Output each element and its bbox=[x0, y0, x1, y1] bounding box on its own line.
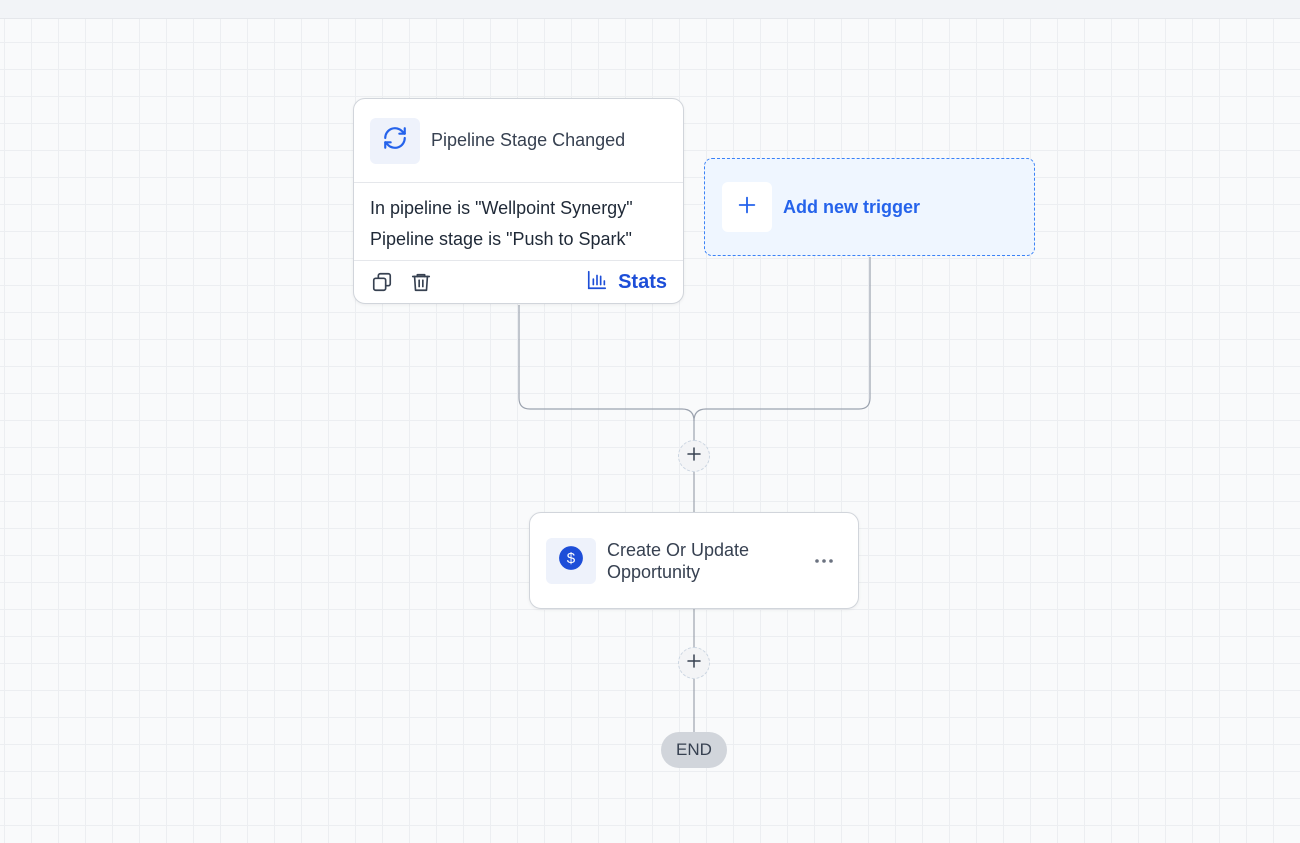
plus-icon bbox=[685, 445, 703, 468]
connector-add-trigger-to-merge bbox=[693, 257, 871, 422]
svg-text:$: $ bbox=[567, 550, 576, 567]
more-horizontal-icon[interactable] bbox=[812, 549, 836, 573]
action-card-create-update-opportunity[interactable]: $ Create Or Update Opportunity bbox=[529, 512, 859, 609]
trigger-card[interactable]: Pipeline Stage Changed In pipeline is "W… bbox=[353, 98, 684, 304]
copy-icon[interactable] bbox=[370, 270, 394, 294]
trigger-conditions: In pipeline is "Wellpoint Synergy" Pipel… bbox=[354, 183, 683, 261]
action-title: Create Or Update Opportunity bbox=[607, 539, 750, 582]
stats-button[interactable]: Stats bbox=[586, 269, 667, 296]
end-node: END bbox=[661, 732, 727, 768]
add-trigger-label: Add new trigger bbox=[783, 196, 921, 217]
dollar-icon: $ bbox=[558, 545, 584, 576]
add-step-button[interactable] bbox=[678, 647, 710, 679]
add-trigger-icon-tile bbox=[722, 182, 772, 232]
trigger-condition-stage: Pipeline stage is "Push to Spark" bbox=[370, 229, 632, 249]
bar-chart-icon bbox=[586, 269, 608, 296]
trigger-title: Pipeline Stage Changed bbox=[431, 130, 626, 150]
connector-trigger-to-merge bbox=[518, 305, 695, 440]
trash-icon[interactable] bbox=[409, 270, 433, 294]
trigger-card-footer: Stats bbox=[354, 261, 683, 303]
add-step-button[interactable] bbox=[678, 440, 710, 472]
trigger-condition-pipeline: In pipeline is "Wellpoint Synergy" bbox=[370, 198, 633, 218]
plus-icon bbox=[736, 194, 758, 221]
trigger-card-header[interactable]: Pipeline Stage Changed bbox=[354, 99, 683, 183]
plus-icon bbox=[685, 652, 703, 675]
add-new-trigger-button[interactable]: Add new trigger bbox=[704, 158, 1035, 256]
trigger-icon-tile bbox=[370, 117, 420, 164]
refresh-icon bbox=[382, 125, 408, 156]
end-label: END bbox=[676, 740, 712, 759]
stats-label: Stats bbox=[618, 270, 667, 293]
action-icon-tile: $ bbox=[546, 537, 596, 584]
